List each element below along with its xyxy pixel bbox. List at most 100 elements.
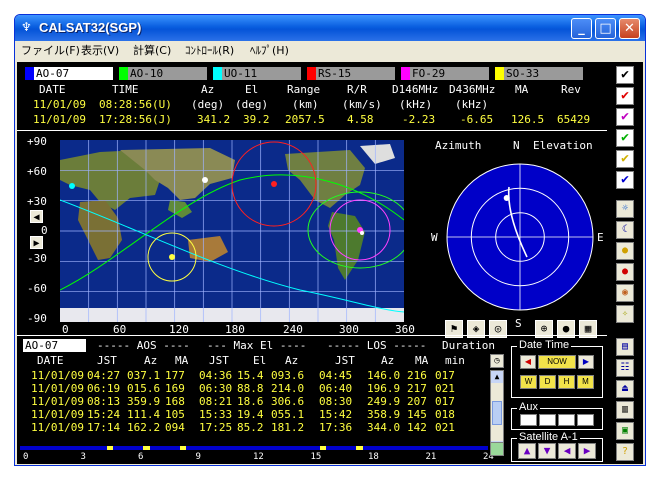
save-icon[interactable]: ▣: [616, 422, 634, 440]
show-ao07-check-icon[interactable]: ✔: [616, 66, 634, 84]
table-cell: 162.2: [127, 421, 161, 434]
satellite-tab-label: FO-29: [412, 67, 446, 80]
pass-column-header: DATE: [37, 354, 64, 367]
unit-rr: (km/s): [342, 98, 382, 111]
map-scroll-left-button[interactable]: ◀: [30, 210, 43, 223]
satellite-color-swatch: [495, 67, 504, 80]
show-fo29-check-icon[interactable]: ✔: [616, 108, 634, 126]
table-cell: 094: [165, 421, 185, 434]
minute-step-button[interactable]: M: [577, 375, 594, 389]
header-rev: Rev: [561, 83, 581, 96]
mars-icon[interactable]: ●: [616, 263, 634, 281]
table-cell: 093.6: [271, 369, 305, 382]
day-step-button[interactable]: D: [539, 375, 556, 389]
timeline-hour-label: 6: [138, 452, 144, 462]
map-y-label: -30: [27, 252, 47, 265]
aux-button-4[interactable]: [577, 414, 594, 426]
close-button[interactable]: ✕: [619, 18, 640, 39]
satellite-tab-ao07[interactable]: AO-07: [25, 67, 113, 80]
table-cell: 111.4: [127, 408, 161, 421]
aux-button-2[interactable]: [539, 414, 556, 426]
menu-file[interactable]: ファイル(F): [21, 41, 80, 61]
list-icon[interactable]: ☷: [616, 359, 634, 377]
world-map[interactable]: [60, 140, 404, 322]
show-ao10-check-icon[interactable]: ✔: [616, 129, 634, 147]
satellite-next-button[interactable]: ▶: [578, 443, 596, 459]
satellite-color-swatch: [25, 67, 34, 80]
table-cell: 08:21: [199, 395, 233, 408]
now-button[interactable]: NOW: [538, 355, 576, 369]
time-back-button[interactable]: ◀: [520, 355, 536, 369]
pass-timeline-bar: [20, 446, 488, 450]
table-cell: 88.8: [237, 382, 264, 395]
pass-column-header: JST: [335, 354, 355, 367]
scroll-up-button[interactable]: ▲: [491, 371, 503, 383]
planet-icon[interactable]: ◉: [616, 284, 634, 302]
satellite-color-swatch: [307, 67, 316, 80]
show-rs15-check-icon[interactable]: ✔: [616, 87, 634, 105]
satellite-tab-ao10[interactable]: AO-10: [119, 67, 207, 80]
table-cell: 169: [165, 382, 185, 395]
moon-icon[interactable]: ☾: [616, 221, 634, 239]
hour-step-button[interactable]: H: [558, 375, 575, 389]
notes-icon[interactable]: ▥: [616, 401, 634, 419]
satellite-tab-label: RS-15: [318, 67, 352, 80]
aux-button-1[interactable]: [520, 414, 537, 426]
menu-view[interactable]: 表示(V): [81, 41, 119, 61]
minimize-button[interactable]: _: [571, 18, 592, 39]
sun-icon[interactable]: ☼: [616, 200, 634, 218]
satellite-marker-ao10[interactable]: [69, 183, 75, 189]
satellite-marker-uo11[interactable]: [202, 177, 208, 183]
satellite-tab-label: SO-33: [506, 67, 540, 80]
satellite-tab-so33[interactable]: SO-33: [495, 67, 583, 80]
row1-time: 08:28:56(U): [99, 98, 172, 111]
aux-button-3[interactable]: [558, 414, 575, 426]
table-cell: 15:42: [319, 408, 353, 421]
satellite-tab-fo29[interactable]: FO-29: [401, 67, 489, 80]
satellite-tab-uo11[interactable]: UO-11: [213, 67, 301, 80]
satellite-marker-rs15[interactable]: [271, 181, 277, 187]
clock-icon[interactable]: ◷: [490, 354, 504, 368]
satellite-marker-so33[interactable]: [169, 254, 175, 260]
table-cell: 105: [165, 408, 185, 421]
header-d436: D436MHz: [449, 83, 496, 96]
satellite-tab-rs15[interactable]: RS-15: [307, 67, 395, 80]
menu-control[interactable]: ｺﾝﾄﾛｰﾙ(R): [185, 41, 234, 61]
help-icon[interactable]: ?: [616, 443, 634, 461]
maximize-button[interactable]: □: [595, 18, 616, 39]
title-bar[interactable]: ♆ CALSAT32(SGP) _ □ ✕: [15, 15, 645, 41]
datetime-group-title: Date Time: [517, 339, 572, 352]
show-so33-check-icon[interactable]: ✔: [616, 150, 634, 168]
radar-north-label: N: [513, 139, 520, 152]
document-icon[interactable]: ▤: [616, 338, 634, 356]
timeline-pass-segment: [320, 446, 327, 450]
daylight-icon[interactable]: ●: [616, 242, 634, 260]
satellite-down-button[interactable]: ▼: [538, 443, 556, 459]
timeline-indicator[interactable]: [490, 442, 504, 456]
satellite-position-marker[interactable]: [503, 195, 510, 201]
menu-help[interactable]: ﾍﾙﾌﾟ(H): [250, 41, 289, 61]
week-step-button[interactable]: W: [520, 375, 537, 389]
table-cell: 214.0: [271, 382, 305, 395]
table-cell: 207: [407, 395, 427, 408]
satellite-prev-button[interactable]: ◀: [558, 443, 576, 459]
azimuth-elevation-radar: [446, 163, 594, 311]
satellite-marker-ao07[interactable]: [360, 231, 364, 235]
table-cell: 055.1: [271, 408, 305, 421]
table-cell: 17:36: [319, 421, 353, 434]
scroll-thumb[interactable]: [492, 401, 502, 425]
right-toolbar: ✔ ✔ ✔ ✔ ✔ ✔ ☼ ☾ ● ● ◉ ✧ ▤ ☷ ⏏ ▥ ▣ ?: [609, 62, 643, 464]
header-date: DATE: [39, 83, 66, 96]
menu-calc[interactable]: 計算(C): [133, 41, 171, 61]
map-scroll-right-button[interactable]: ▶: [30, 236, 43, 249]
satellite-tab-label: AO-07: [36, 67, 70, 80]
table-cell: 217: [407, 382, 427, 395]
table-cell: 15:33: [199, 408, 233, 421]
satellite-up-button[interactable]: ▲: [518, 443, 536, 459]
star-icon[interactable]: ✧: [616, 305, 634, 323]
value-rr: 4.58: [347, 113, 374, 126]
exit-icon[interactable]: ⏏: [616, 380, 634, 398]
show-uo11-check-icon[interactable]: ✔: [616, 171, 634, 189]
pass-satellite-name[interactable]: AO-07: [23, 339, 86, 352]
time-forward-button[interactable]: ▶: [578, 355, 594, 369]
